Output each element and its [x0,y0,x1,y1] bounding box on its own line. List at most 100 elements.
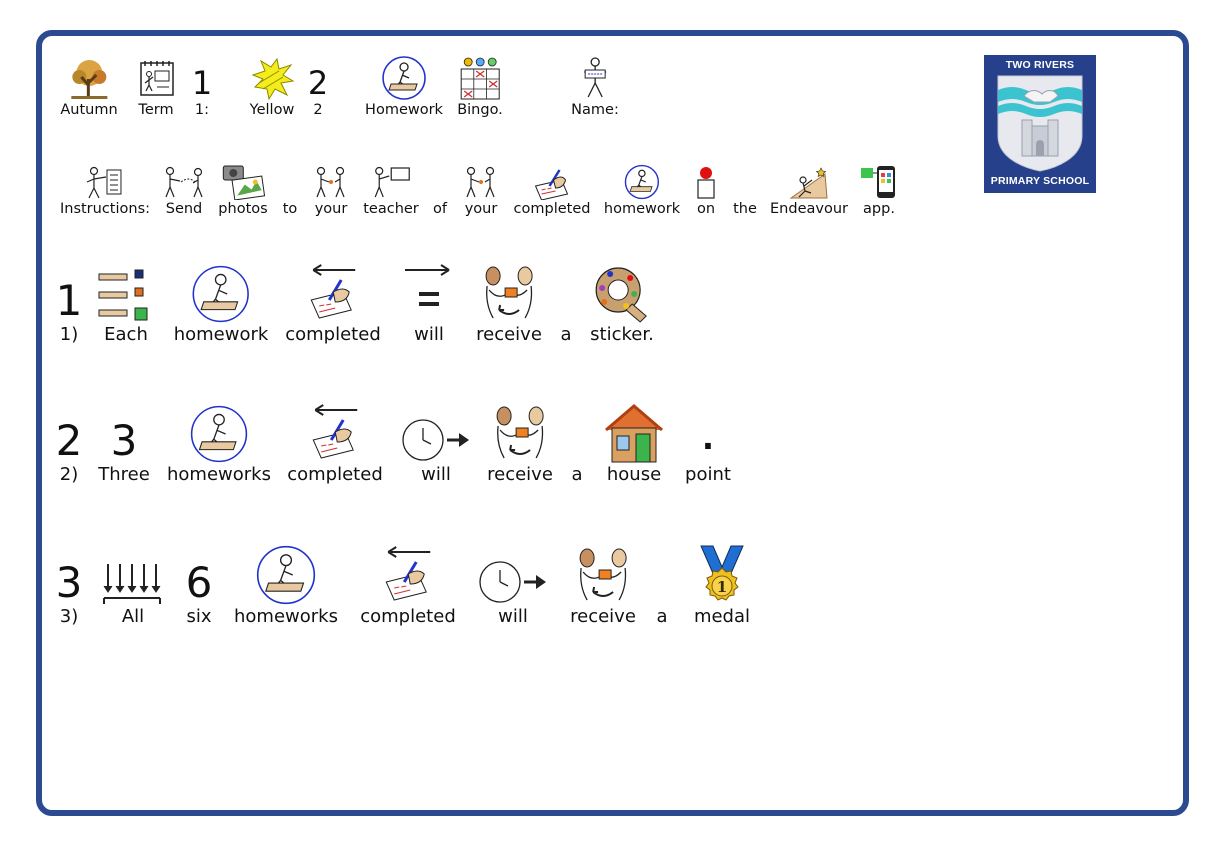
word: to [282,201,298,217]
symbol-teacher: teacher [363,164,419,218]
word: will [498,606,528,627]
symbol-a-2: a [571,402,582,486]
word: homework [173,324,269,345]
symbol-homework: Homework [365,55,443,119]
school-logo: TWO RIVERS PRIMARY SCHOOL [984,55,1096,193]
point-dot-glyph: · [701,427,715,465]
symbol-your-2: your [463,164,499,218]
sticker-roll-icon [592,262,652,324]
symbol-a: a [560,262,571,346]
word: a [560,324,572,345]
word: Each [104,324,148,345]
word: point [685,464,731,485]
symbol-autumn: Autumn [60,55,118,119]
symbol-rule3-num: 3 3) [56,544,83,628]
word: house [606,464,662,485]
symbol-homeworks-2: homeworks [234,544,338,628]
symbol-homeworks: homeworks [167,402,271,486]
numeral-glyph: 1 [55,276,83,325]
word: a [571,464,583,485]
word: will [414,324,444,345]
receive-icon [490,402,550,464]
symbol-receive: receive [476,262,542,346]
word: Send [165,201,203,217]
word: completed [287,464,383,485]
symbol-will-2: will [401,402,471,486]
word: Name: [571,102,619,118]
completed-past-icon [380,544,436,606]
numeral-glyph: 3 [55,558,83,607]
word: your [464,201,498,217]
word: Bingo. [457,102,503,118]
all-arrows-icon [102,544,164,606]
word: Endeavour [770,201,848,217]
symbol-a-3: a [656,544,667,628]
word: app. [863,201,895,217]
symbol-term: Term [135,55,177,119]
svg-text:1: 1 [717,578,727,596]
numeral-glyph: 6 [185,558,213,607]
your-icon [463,164,499,200]
word: 2) [59,464,79,485]
word: 1: [194,102,210,118]
autumn-tree-icon [67,55,111,101]
homework-icon [381,55,427,101]
symbol-send: Send [163,164,205,218]
symbol-homework-3: homework [173,262,269,346]
symbol-all: All [102,544,164,628]
clock-future-icon [478,544,548,606]
homework-icon [191,262,251,324]
word: photos [218,201,268,217]
clock-future-icon [401,402,471,464]
will-future-icon [403,262,455,324]
word: teacher [363,201,419,217]
symbol-will: will [403,262,455,346]
symbol-three: 3 Three [98,402,150,486]
word: homework [603,201,681,217]
word: receive [487,464,553,485]
symbol-instructions: Instructions: [60,164,150,218]
word: of [433,201,447,217]
symbol-endeavour: Endeavour [770,164,848,218]
symbol-homework-2: homework [604,164,680,218]
homework-icon [624,164,660,200]
app-phone-icon [859,164,899,200]
word: homeworks [167,464,271,485]
symbol-medal: 1 medal [691,544,753,628]
symbol-of: of [433,164,447,218]
word: Instructions: [59,201,151,217]
word: the [733,201,757,217]
symbol-two: 2 2 [308,55,328,119]
each-pointing-icon [97,262,155,324]
symbol-rule2-num: 2 2) [56,402,83,486]
word: medal [693,606,751,627]
word: a [656,606,668,627]
symbol-bingo: Bingo. [457,55,503,119]
symbol-name: Name: [571,55,619,119]
word: Term [138,102,174,118]
word: completed [360,606,456,627]
school-shield-icon [997,75,1083,172]
instructions-icon [85,164,125,200]
symbol-sticker: sticker. [590,262,654,346]
word: receive [476,324,542,345]
completed-past-icon [307,402,363,464]
word: on [696,201,716,217]
word: Homework [365,102,443,118]
symbol-yellow: Yellow [249,55,295,119]
symbol-app: app. [859,164,899,218]
word: homeworks [234,606,338,627]
symbol-rule1-num: 1 1) [56,262,83,346]
numeral-glyph: 2 [307,64,329,102]
numeral-glyph: 2 [55,416,83,465]
symbol-completed: completed [514,164,590,218]
symbol-each: Each [97,262,155,346]
word: sticker. [590,324,654,345]
symbol-receive-2: receive [487,402,553,486]
receive-icon [573,544,633,606]
symbol-the: the [733,164,757,218]
send-icon [163,164,205,200]
symbol-completed-3: completed [287,402,383,486]
word: 1) [59,324,79,345]
logo-top-text: TWO RIVERS [1005,59,1075,71]
